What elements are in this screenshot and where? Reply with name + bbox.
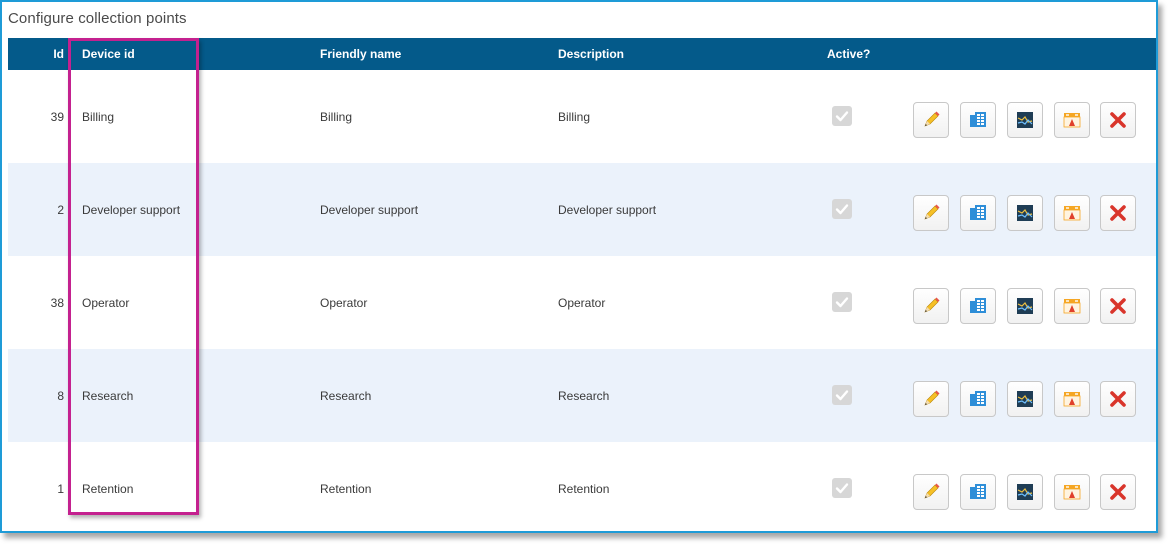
- pencil-icon: [924, 390, 940, 406]
- pencil-icon: [924, 483, 940, 499]
- cell-description: Research: [558, 389, 610, 403]
- cell-device-id: Operator: [82, 296, 130, 310]
- cell-id: 1: [57, 482, 64, 496]
- cell-id: 38: [50, 296, 64, 310]
- delete-x-icon: [1110, 205, 1126, 221]
- checkmark-icon: [835, 390, 849, 401]
- report-button[interactable]: [1054, 102, 1090, 138]
- table-row: 38 Operator Operator Operator: [8, 256, 1156, 349]
- pencil-icon: [924, 297, 940, 313]
- delete-x-icon: [1110, 391, 1126, 407]
- page-title: Configure collection points: [8, 10, 187, 27]
- chart-icon: [1017, 112, 1033, 128]
- chart-button[interactable]: [1007, 102, 1043, 138]
- column-header-active[interactable]: Active?: [827, 47, 870, 61]
- report-icon: [1063, 485, 1081, 500]
- table-header: Id Device id Friendly name Description A…: [8, 38, 1156, 70]
- active-checkbox[interactable]: [832, 385, 852, 405]
- columns-button[interactable]: [960, 195, 996, 231]
- collection-points-table: Id Device id Friendly name Description A…: [8, 38, 1156, 531]
- cell-friendly-name: Operator: [320, 296, 368, 310]
- chart-icon: [1017, 484, 1033, 500]
- cell-description: Developer support: [558, 203, 657, 217]
- active-checkbox[interactable]: [832, 292, 852, 312]
- edit-button[interactable]: [913, 288, 949, 324]
- columns-button[interactable]: [960, 288, 996, 324]
- edit-button[interactable]: [913, 474, 949, 510]
- chart-icon: [1017, 298, 1033, 314]
- columns-icon: [970, 205, 986, 220]
- report-button[interactable]: [1054, 381, 1090, 417]
- chart-button[interactable]: [1007, 288, 1043, 324]
- cell-id: 8: [57, 389, 64, 403]
- cell-device-id: Research: [82, 389, 134, 403]
- checkmark-icon: [835, 297, 849, 308]
- report-icon: [1063, 392, 1081, 407]
- pencil-icon: [924, 204, 940, 220]
- window-frame: Configure collection points Id Device id…: [0, 0, 1158, 533]
- cell-id: 39: [50, 110, 64, 124]
- edit-button[interactable]: [913, 102, 949, 138]
- delete-x-icon: [1110, 298, 1126, 314]
- active-checkbox[interactable]: [832, 478, 852, 498]
- delete-button[interactable]: [1100, 195, 1136, 231]
- delete-x-icon: [1110, 484, 1126, 500]
- columns-button[interactable]: [960, 474, 996, 510]
- chart-button[interactable]: [1007, 381, 1043, 417]
- report-icon: [1063, 113, 1081, 128]
- table-row: 39 Billing Billing Billing: [8, 70, 1156, 163]
- report-icon: [1063, 299, 1081, 314]
- columns-button[interactable]: [960, 102, 996, 138]
- column-header-description[interactable]: Description: [558, 47, 624, 61]
- columns-icon: [970, 298, 986, 313]
- report-button[interactable]: [1054, 474, 1090, 510]
- column-header-id[interactable]: Id: [8, 47, 64, 61]
- edit-button[interactable]: [913, 381, 949, 417]
- active-checkbox[interactable]: [832, 199, 852, 219]
- cell-description: Retention: [558, 482, 610, 496]
- chart-icon: [1017, 205, 1033, 221]
- cell-device-id: Retention: [82, 482, 134, 496]
- delete-button[interactable]: [1100, 288, 1136, 324]
- cell-device-id: Billing: [82, 110, 115, 124]
- edit-button[interactable]: [913, 195, 949, 231]
- active-checkbox[interactable]: [832, 106, 852, 126]
- delete-button[interactable]: [1100, 102, 1136, 138]
- report-button[interactable]: [1054, 195, 1090, 231]
- cell-friendly-name: Developer support: [320, 203, 419, 217]
- delete-x-icon: [1110, 112, 1126, 128]
- report-icon: [1063, 206, 1081, 221]
- column-header-device-id[interactable]: Device id: [82, 47, 135, 61]
- cell-friendly-name: Billing: [320, 110, 353, 124]
- chart-icon: [1017, 391, 1033, 407]
- cell-friendly-name: Research: [320, 389, 372, 403]
- table-row: 1 Retention Retention Retention: [8, 442, 1156, 531]
- cell-id: 2: [57, 203, 64, 217]
- columns-icon: [970, 484, 986, 499]
- delete-button[interactable]: [1100, 381, 1136, 417]
- columns-icon: [970, 391, 986, 406]
- table-body: 39 Billing Billing Billing 2 Developer s…: [8, 70, 1156, 531]
- report-button[interactable]: [1054, 288, 1090, 324]
- columns-button[interactable]: [960, 381, 996, 417]
- chart-button[interactable]: [1007, 474, 1043, 510]
- delete-button[interactable]: [1100, 474, 1136, 510]
- cell-friendly-name: Retention: [320, 482, 372, 496]
- columns-icon: [970, 112, 986, 127]
- checkmark-icon: [835, 204, 849, 215]
- cell-description: Operator: [558, 296, 606, 310]
- table-row: 2 Developer support Developer support De…: [8, 163, 1156, 256]
- pencil-icon: [924, 111, 940, 127]
- checkmark-icon: [835, 483, 849, 494]
- checkmark-icon: [835, 111, 849, 122]
- cell-device-id: Developer support: [82, 203, 181, 217]
- cell-description: Billing: [558, 110, 591, 124]
- column-header-friendly-name[interactable]: Friendly name: [320, 47, 401, 61]
- chart-button[interactable]: [1007, 195, 1043, 231]
- table-row: 8 Research Research Research: [8, 349, 1156, 442]
